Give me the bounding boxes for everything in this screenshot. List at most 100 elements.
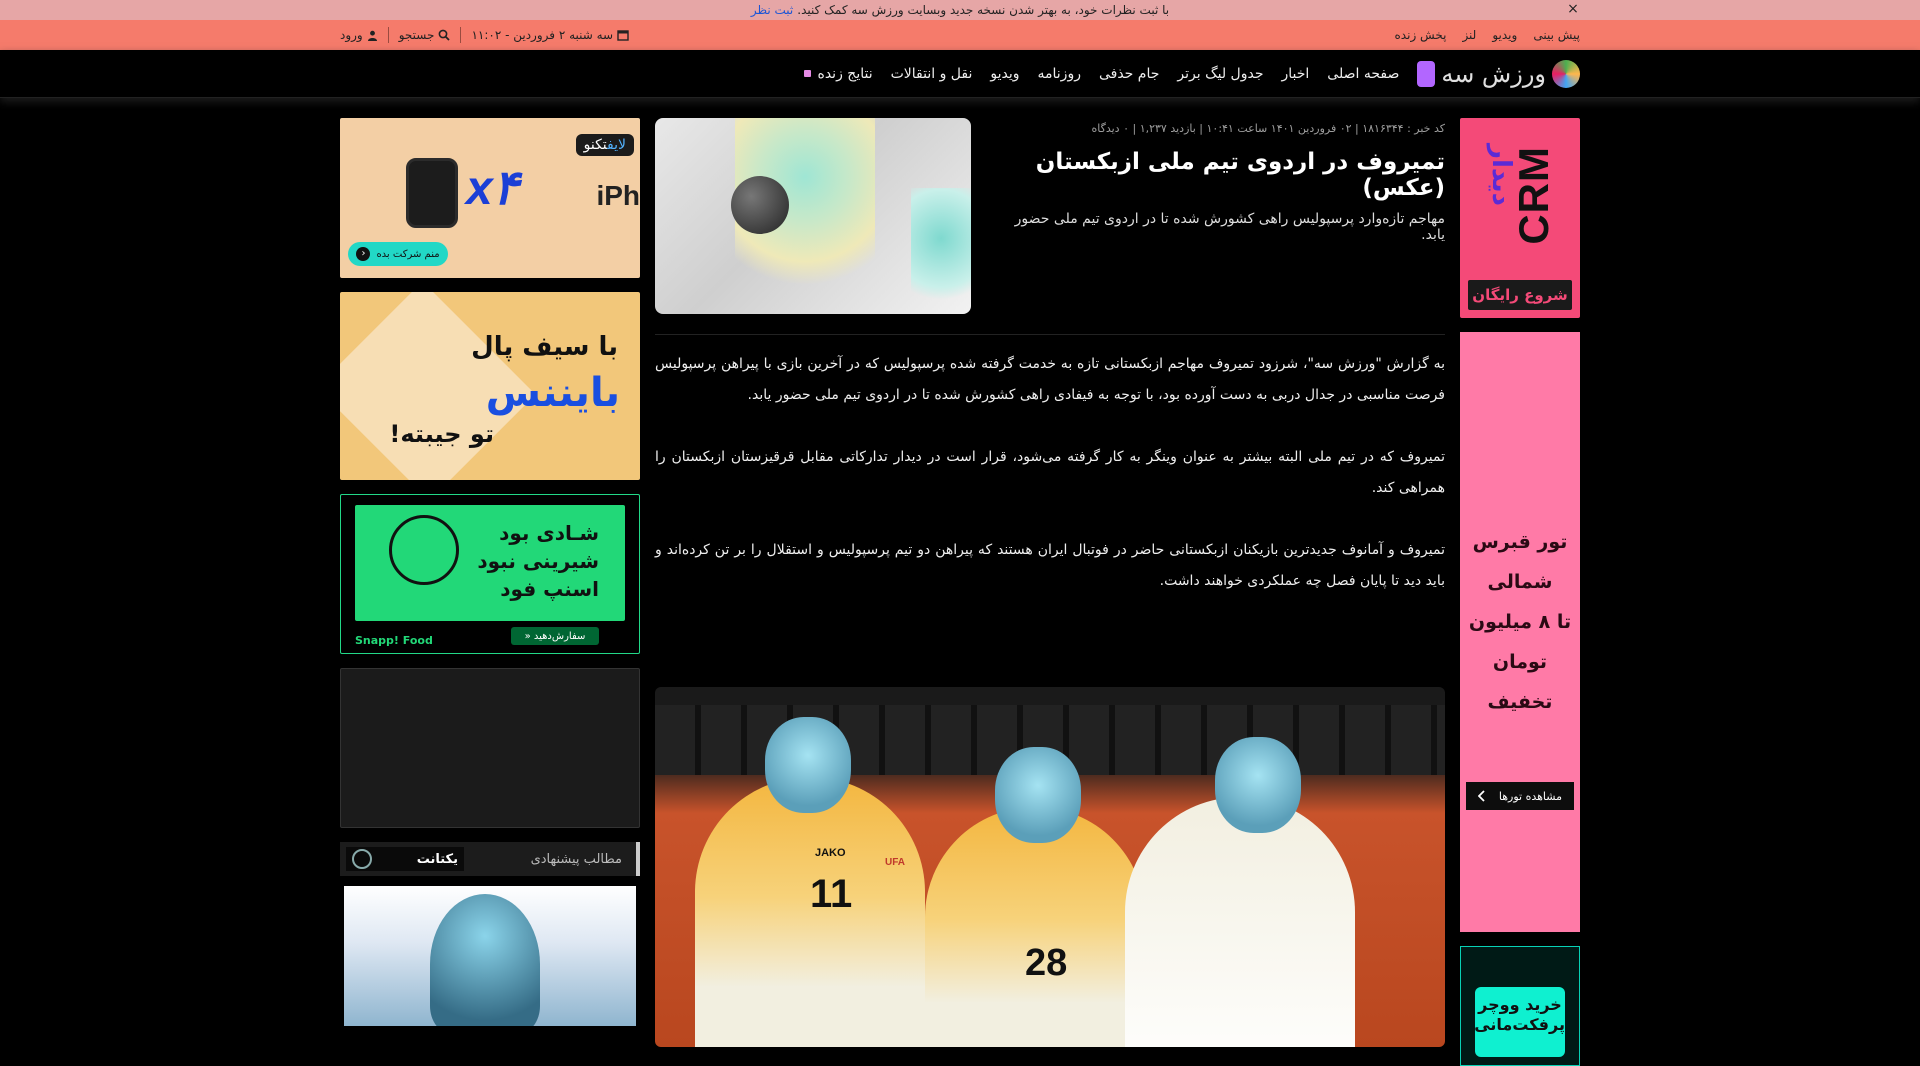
- ad-binance[interactable]: با سیف پال بایننس تو جیبته!: [340, 292, 640, 480]
- date-display: سه شنبه ۲ فروردین - ۱۱:۰۲: [471, 28, 629, 42]
- article-paragraph: تمیروف که در تیم ملی البته بیشتر به عنوا…: [655, 449, 1445, 496]
- divider: [655, 334, 1445, 335]
- player-figure: [911, 188, 971, 314]
- voucher-line: خرید ووچر: [1478, 995, 1562, 1014]
- jersey-number: 28: [1025, 942, 1068, 984]
- top-link-lens[interactable]: لنز: [1462, 28, 1476, 42]
- nav-item-home[interactable]: صفحه اصلی: [1327, 66, 1399, 82]
- article: کد خبر : ۱۸۱۶۳۴۴ | ۰۲ فروردین ۱۴۰۱ ساعت …: [655, 118, 1445, 1047]
- ad-voucher[interactable]: خرید ووچر پرفکت‌مانی: [1460, 946, 1580, 1066]
- divider: [460, 27, 462, 43]
- live-dot-icon: [804, 70, 812, 77]
- view-tours-label: مشاهده تورها: [1498, 789, 1562, 803]
- nav-item-news[interactable]: اخبار: [1281, 66, 1309, 82]
- brand-text: تکنو: [583, 137, 608, 153]
- nav-menu: صفحه اصلی اخبار جدول لیگ برتر جام حذفی ر…: [804, 66, 1399, 82]
- player-body: [925, 807, 1145, 1047]
- player-head: [995, 747, 1081, 843]
- ball-figure: [731, 176, 789, 234]
- jersey-label: JAKO: [815, 847, 846, 859]
- top-tools: سه شنبه ۲ فروردین - ۱۱:۰۲ جستجو ورود: [340, 27, 629, 43]
- main-nav: ورزش سه صفحه اصلی اخبار جدول لیگ برتر جا…: [0, 50, 1920, 98]
- nav-item-cup[interactable]: جام حذفی: [1099, 66, 1159, 82]
- top-link-predict[interactable]: پیش بینی: [1533, 28, 1580, 42]
- ad-join-button[interactable]: منم شرکت بده ‹: [348, 242, 448, 266]
- date-text: سه شنبه ۲ فروردین - ۱۱:۰۲: [471, 28, 614, 42]
- divider: [387, 27, 389, 43]
- content-area: CRM دیدار شروع رایگان تور قبرس شمالی تا …: [0, 98, 1920, 1066]
- search-button[interactable]: جستجو: [399, 28, 451, 42]
- search-icon: [439, 29, 451, 41]
- feedback-link[interactable]: ثبت نظر: [751, 3, 793, 17]
- live-label: نتایج زنده: [817, 65, 873, 82]
- crm-subtitle: دیدار: [1486, 144, 1516, 207]
- logo-mark-icon: [1552, 59, 1580, 88]
- top-link-live[interactable]: پخش زنده: [1395, 28, 1447, 42]
- tour-line: تا ۸ میلیون تومان: [1468, 611, 1572, 673]
- article-thumbnail[interactable]: [655, 118, 971, 314]
- brand-accent: لایف: [607, 137, 626, 153]
- article-main-photo[interactable]: JAKO UFA 11 28: [655, 687, 1445, 1047]
- nav-item-live-results[interactable]: نتایج زنده: [804, 65, 873, 82]
- article-paragraph: به گزارش "ورزش سه"، شرزود تمیروف مهاجم ا…: [655, 356, 1445, 403]
- top-links: پیش بینی ویدیو لنز پخش زنده: [1395, 28, 1580, 42]
- snapp-line: شـادی بود: [499, 521, 599, 545]
- site-logo[interactable]: ورزش سه: [1417, 59, 1580, 88]
- voucher-banner: خرید ووچر پرفکت‌مانی: [1474, 987, 1565, 1057]
- nav-item-league-table[interactable]: جدول لیگ برتر: [1177, 66, 1263, 82]
- article-meta: کد خبر : ۱۸۱۶۳۴۴ | ۰۲ فروردین ۱۴۰۱ ساعت …: [1091, 122, 1445, 135]
- ad2-line: تو جیبته!: [389, 420, 494, 448]
- notice-text: با ثبت نظرات خود، به بهتر شدن نسخه جدید …: [797, 3, 1170, 17]
- jersey-label: UFA: [885, 857, 905, 868]
- article-title: تمیروف در اردوی تیم ملی ازبکستان (عکس): [1035, 149, 1445, 201]
- user-icon: [367, 30, 377, 41]
- yektanet-icon: [352, 849, 372, 869]
- top-link-video[interactable]: ویدیو: [1492, 28, 1517, 42]
- person-figure: [430, 894, 540, 1026]
- logo-badge-icon: [1417, 60, 1436, 87]
- tour-line: تخفیف: [1487, 691, 1553, 713]
- search-label: جستجو: [398, 28, 435, 42]
- voucher-line: پرفکت‌مانی: [1474, 1015, 1565, 1034]
- ad-x4: x۴: [466, 162, 519, 215]
- snappfood-logo: Snapp! Food: [355, 634, 433, 647]
- left-ad-column: لایفتکنو x۴ iPh منم شرکت بده ‹ با سیف پا…: [340, 118, 640, 1026]
- snapp-line: اسنپ فود: [500, 577, 599, 601]
- nav-item-newspaper[interactable]: روزنامه: [1038, 66, 1081, 82]
- crm-start-button[interactable]: شروع رایگان: [1468, 280, 1572, 310]
- phone-image: [406, 158, 458, 228]
- view-tours-button[interactable]: مشاهده تورها: [1466, 782, 1574, 810]
- logo-text: ورزش سه: [1441, 59, 1546, 88]
- chevron-left-icon: ‹: [356, 247, 371, 261]
- yektanet-badge[interactable]: یکتانت: [346, 847, 464, 871]
- login-button[interactable]: ورود: [340, 28, 378, 42]
- article-paragraph: تمیروف و آمانوف جدیدترین بازیکنان ازبکست…: [655, 542, 1445, 589]
- ad2-brand: بایننس: [485, 370, 620, 416]
- login-label: ورود: [340, 28, 363, 42]
- tour-line: تور قبرس شمالی: [1472, 531, 1568, 593]
- ad-snappfood[interactable]: شـادی بود شیرینی نبود اسنپ فود Snapp! Fo…: [340, 494, 640, 654]
- yektanet-text: یکتانت: [416, 851, 458, 867]
- notice-bar: با ثبت نظرات خود، به بهتر شدن نسخه جدید …: [0, 0, 1920, 20]
- ad-tour[interactable]: تور قبرس شمالی تا ۸ میلیون تومان تخفیف م…: [1460, 332, 1580, 932]
- nav-item-transfers[interactable]: نقل و انتقالات: [891, 66, 973, 82]
- order-button[interactable]: سفارش‌دهید «: [511, 627, 599, 645]
- suggested-item-image[interactable]: [344, 886, 636, 1026]
- article-lead: مهاجم تازه‌وارد پرسپولیس راهی کشورش شده …: [1014, 211, 1445, 243]
- right-ad-column: CRM دیدار شروع رایگان تور قبرس شمالی تا …: [1460, 118, 1580, 1066]
- player-head: [1215, 737, 1301, 833]
- snappfood-text: شـادی بود شیرینی نبود اسنپ فود: [477, 519, 599, 603]
- close-icon[interactable]: ×: [1566, 2, 1580, 16]
- tour-text: تور قبرس شمالی تا ۸ میلیون تومان تخفیف: [1460, 522, 1580, 722]
- jersey-number: 11: [810, 872, 853, 916]
- chevron-left-icon: [1478, 790, 1485, 802]
- ad-technolife[interactable]: لایفتکنو x۴ iPh منم شرکت بده ‹: [340, 118, 640, 278]
- ad2-line: با سیف پال: [471, 332, 618, 362]
- player-head: [765, 717, 851, 813]
- cta-label: منم شرکت بده: [376, 248, 440, 260]
- ad-iph: iPh: [596, 180, 640, 211]
- article-header: کد خبر : ۱۸۱۶۳۴۴ | ۰۲ فروردین ۱۴۰۱ ساعت …: [655, 118, 1445, 314]
- snapp-line: شیرینی نبود: [477, 549, 599, 573]
- nav-item-video[interactable]: ویدیو: [990, 66, 1019, 82]
- ad-crm[interactable]: CRM دیدار شروع رایگان: [1460, 118, 1580, 318]
